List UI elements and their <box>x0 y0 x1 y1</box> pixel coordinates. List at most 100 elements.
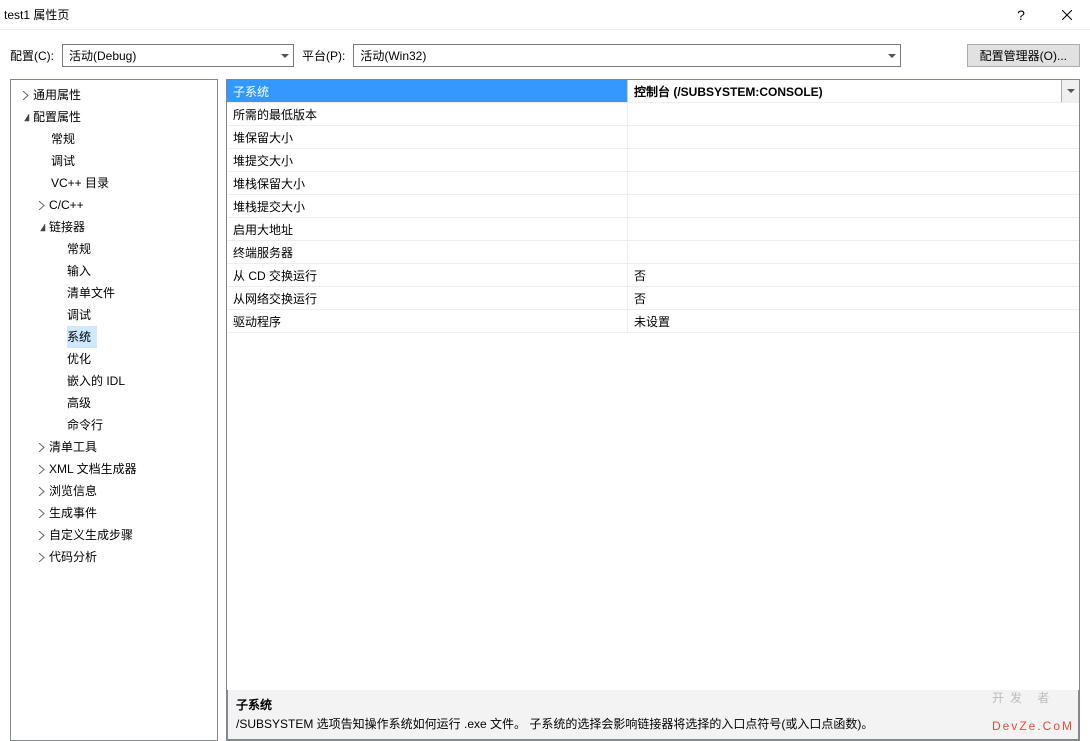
property-value[interactable]: 否 <box>627 264 1079 286</box>
chevron-right-icon <box>33 465 49 474</box>
tree-item-label: 调试 <box>51 150 81 172</box>
property-name: 堆栈提交大小 <box>227 195 627 217</box>
chevron-right-icon <box>33 553 49 562</box>
property-value[interactable] <box>627 241 1079 263</box>
tree-panel: 通用属性配置属性常规调试VC++ 目录C/C++链接器常规输入清单文件调试系统优… <box>10 79 218 741</box>
property-row[interactable]: 堆栈提交大小 <box>227 195 1079 218</box>
config-combo-value: 活动(Debug) <box>69 47 136 64</box>
platform-combo[interactable]: 活动(Win32) <box>353 44 901 67</box>
property-name: 所需的最低版本 <box>227 103 627 125</box>
property-row[interactable]: 从网络交换运行否 <box>227 287 1079 310</box>
tree-item[interactable]: 常规 <box>11 128 217 150</box>
chevron-down-icon <box>281 54 289 58</box>
property-value[interactable]: 未设置 <box>627 310 1079 332</box>
property-value[interactable] <box>627 103 1079 125</box>
help-button[interactable]: ? <box>998 0 1044 30</box>
close-button[interactable] <box>1044 0 1090 30</box>
tree-item-label: 高级 <box>67 392 97 414</box>
tree-item[interactable]: 链接器 <box>11 216 217 238</box>
tree-item[interactable]: 优化 <box>11 348 217 370</box>
property-name: 驱动程序 <box>227 310 627 332</box>
tree-item-label: 通用属性 <box>33 84 87 106</box>
description-panel: 子系统 /SUBSYSTEM 选项告知操作系统如何运行 .exe 文件。 子系统… <box>227 690 1079 740</box>
window-title: test1 属性页 <box>0 6 998 23</box>
titlebar: test1 属性页 ? <box>0 0 1090 30</box>
tree-item[interactable]: 调试 <box>11 150 217 172</box>
property-name: 从 CD 交换运行 <box>227 264 627 286</box>
tree-item[interactable]: 自定义生成步骤 <box>11 524 217 546</box>
right-panel: 子系统控制台 (/SUBSYSTEM:CONSOLE)所需的最低版本堆保留大小堆… <box>226 79 1080 741</box>
tree-item[interactable]: 浏览信息 <box>11 480 217 502</box>
tree-item-label: 系统 <box>67 326 97 348</box>
config-manager-button[interactable]: 配置管理器(O)... <box>967 44 1080 67</box>
property-row[interactable]: 堆提交大小 <box>227 149 1079 172</box>
tree-item-label: 自定义生成步骤 <box>49 524 139 546</box>
property-name: 终端服务器 <box>227 241 627 263</box>
tree-item-label: 调试 <box>67 304 97 326</box>
property-row[interactable]: 所需的最低版本 <box>227 103 1079 126</box>
chevron-right-icon <box>33 443 49 452</box>
tree-item[interactable]: 配置属性 <box>11 106 217 128</box>
platform-label: 平台(P): <box>302 47 345 64</box>
tree-item-label: 清单文件 <box>67 282 121 304</box>
tree-item-label: 常规 <box>51 128 81 150</box>
chevron-right-icon <box>37 531 46 540</box>
close-icon <box>1062 10 1072 20</box>
chevron-right-icon <box>33 201 49 210</box>
property-value[interactable]: 否 <box>627 287 1079 309</box>
chevron-right-icon <box>37 487 46 496</box>
description-title: 子系统 <box>236 696 1070 713</box>
config-combo[interactable]: 活动(Debug) <box>62 44 294 67</box>
property-row[interactable]: 子系统控制台 (/SUBSYSTEM:CONSOLE) <box>227 80 1079 103</box>
property-name: 堆栈保留大小 <box>227 172 627 194</box>
property-value[interactable] <box>627 126 1079 148</box>
tree-item[interactable]: 代码分析 <box>11 546 217 568</box>
tree-item[interactable]: 清单工具 <box>11 436 217 458</box>
property-row[interactable]: 堆栈保留大小 <box>227 172 1079 195</box>
chevron-right-icon <box>17 91 33 100</box>
property-value[interactable] <box>627 195 1079 217</box>
main-area: 通用属性配置属性常规调试VC++ 目录C/C++链接器常规输入清单文件调试系统优… <box>0 79 1090 741</box>
chevron-down-icon <box>888 54 896 58</box>
property-value[interactable]: 控制台 (/SUBSYSTEM:CONSOLE) <box>627 80 1079 102</box>
property-value[interactable] <box>627 149 1079 171</box>
tree-item-label: C/C++ <box>49 194 90 216</box>
chevron-right-icon <box>37 443 46 452</box>
chevron-right-icon <box>21 91 30 100</box>
property-grid: 子系统控制台 (/SUBSYSTEM:CONSOLE)所需的最低版本堆保留大小堆… <box>226 79 1080 741</box>
chevron-down-icon <box>33 223 49 232</box>
chevron-right-icon <box>33 487 49 496</box>
tree-item[interactable]: 生成事件 <box>11 502 217 524</box>
property-row[interactable]: 堆保留大小 <box>227 126 1079 149</box>
tree-item[interactable]: VC++ 目录 <box>11 172 217 194</box>
property-value[interactable] <box>627 218 1079 240</box>
chevron-down-icon <box>21 113 30 122</box>
tree-item[interactable]: 常规 <box>11 238 217 260</box>
tree-item[interactable]: 高级 <box>11 392 217 414</box>
property-row[interactable]: 终端服务器 <box>227 241 1079 264</box>
tree-item[interactable]: 调试 <box>11 304 217 326</box>
property-value[interactable] <box>627 172 1079 194</box>
property-row[interactable]: 从 CD 交换运行否 <box>227 264 1079 287</box>
tree-item[interactable]: 通用属性 <box>11 84 217 106</box>
tree-item-label: 常规 <box>67 238 97 260</box>
tree-item[interactable]: 命令行 <box>11 414 217 436</box>
chevron-right-icon <box>33 531 49 540</box>
tree-item[interactable]: 清单文件 <box>11 282 217 304</box>
tree-item-label: 优化 <box>67 348 97 370</box>
dropdown-button[interactable] <box>1061 80 1079 102</box>
tree-item-label: 配置属性 <box>33 106 87 128</box>
tree-item[interactable]: XML 文档生成器 <box>11 458 217 480</box>
tree-item[interactable]: C/C++ <box>11 194 217 216</box>
platform-combo-value: 活动(Win32) <box>360 47 426 64</box>
chevron-right-icon <box>33 509 49 518</box>
tree-item[interactable]: 嵌入的 IDL <box>11 370 217 392</box>
chevron-right-icon <box>37 553 46 562</box>
tree-item[interactable]: 系统 <box>11 326 217 348</box>
tree-item-label: VC++ 目录 <box>51 172 115 194</box>
chevron-down-icon <box>17 113 33 122</box>
property-row[interactable]: 驱动程序未设置 <box>227 310 1079 333</box>
tree-item[interactable]: 输入 <box>11 260 217 282</box>
property-name: 启用大地址 <box>227 218 627 240</box>
property-row[interactable]: 启用大地址 <box>227 218 1079 241</box>
